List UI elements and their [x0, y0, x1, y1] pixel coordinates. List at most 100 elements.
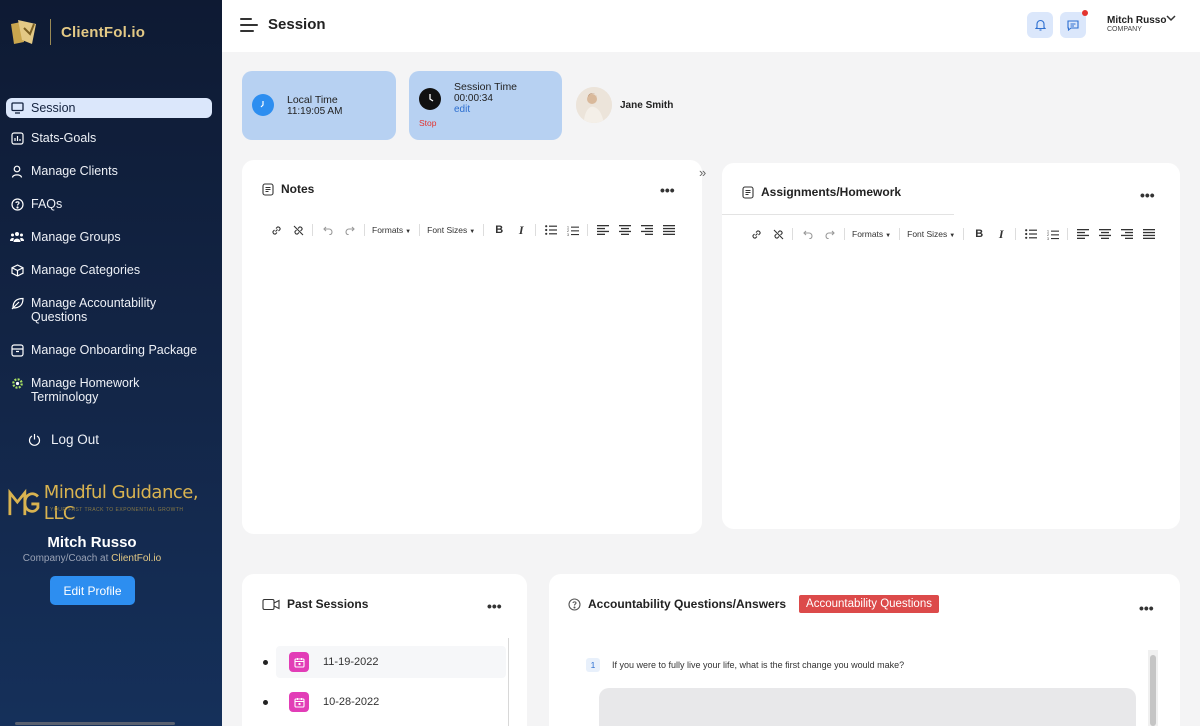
brand-separator	[50, 19, 51, 45]
align-left-icon[interactable]	[1075, 226, 1091, 242]
menu-icon[interactable]	[240, 18, 258, 32]
font-sizes-dropdown[interactable]: Font Sizes ▼	[427, 225, 475, 235]
bold-icon[interactable]: B	[971, 226, 987, 242]
past-sessions-more-icon[interactable]: •••	[487, 598, 502, 614]
align-right-icon[interactable]	[1119, 226, 1135, 242]
double-chevron-right-icon[interactable]: »	[699, 165, 706, 180]
clientfolio-logo-icon	[11, 20, 36, 44]
answer-input[interactable]	[599, 688, 1136, 726]
sidebar-item-label: FAQs	[31, 197, 63, 211]
past-session-date: 10-28-2022	[323, 696, 380, 708]
session-time-card: Session Time 00:00:34 edit Stop	[409, 71, 562, 140]
toolbar-divider	[587, 224, 589, 236]
formats-dropdown[interactable]: Formats ▼	[852, 229, 891, 239]
svg-text:3: 3	[567, 232, 569, 235]
past-session-item[interactable]: 10-28-2022	[289, 692, 379, 712]
redo-icon[interactable]	[342, 222, 358, 238]
profile-role-brand: ClientFol.io	[111, 553, 162, 564]
sidebar-item-faqs[interactable]: FAQs	[6, 194, 212, 214]
notes-more-icon[interactable]: •••	[660, 182, 675, 198]
user-name[interactable]: Mitch Russo	[1107, 15, 1166, 26]
local-time-value: 11:19:05 AM	[287, 106, 343, 117]
bullet-list-icon[interactable]	[543, 222, 559, 238]
sidebar-scrollbar[interactable]	[15, 722, 175, 725]
align-center-icon[interactable]	[1097, 226, 1113, 242]
font-sizes-dropdown[interactable]: Font Sizes ▼	[907, 229, 955, 239]
toolbar-divider	[899, 228, 901, 240]
sidebar-item-manage-homework-terminology[interactable]: Manage Homework Terminology	[6, 373, 212, 407]
local-time-card: Local Time 11:19:05 AM	[242, 71, 396, 140]
toolbar-divider	[419, 224, 421, 236]
chevron-down-icon[interactable]	[1166, 14, 1176, 22]
notifications-button[interactable]	[1027, 12, 1053, 38]
sidebar-item-manage-onboarding-package[interactable]: Manage Onboarding Package	[6, 340, 212, 360]
mg-logo-icon	[8, 488, 40, 516]
notes-toolbar: Formats ▼ Font Sizes ▼ B I 123	[268, 222, 683, 238]
undo-icon[interactable]	[320, 222, 336, 238]
bold-icon[interactable]: B	[491, 222, 507, 238]
toolbar-divider	[1015, 228, 1017, 240]
toolbar-divider	[792, 228, 793, 240]
sidebar-item-label: Manage Groups	[31, 230, 121, 244]
chat-icon	[1067, 19, 1079, 31]
stop-session-button[interactable]: Stop	[419, 118, 437, 128]
sidebar-item-manage-clients[interactable]: Manage Clients	[6, 161, 212, 181]
edit-profile-button[interactable]: Edit Profile	[50, 576, 135, 605]
formats-label: Formats	[852, 229, 884, 239]
help-circle-icon	[568, 597, 581, 611]
list-bullet	[263, 700, 268, 705]
assignments-title: Assignments/Homework	[761, 185, 902, 199]
notes-editor[interactable]	[262, 250, 682, 520]
align-left-icon[interactable]	[595, 222, 611, 238]
assignments-editor[interactable]	[742, 255, 1162, 515]
sidebar-item-label: Manage Accountability Questions	[31, 296, 157, 324]
unlink-icon[interactable]	[290, 222, 306, 238]
italic-icon[interactable]: I	[513, 222, 529, 238]
numbered-list-icon[interactable]: 123	[1045, 226, 1061, 242]
undo-icon[interactable]	[800, 226, 816, 242]
accountability-questions-tag[interactable]: Accountability Questions	[799, 595, 939, 613]
notes-title: Notes	[281, 182, 315, 196]
past-session-item[interactable]: 11-19-2022	[289, 652, 378, 672]
logout-button[interactable]: Log Out	[28, 432, 99, 447]
sidebar-item-label: Manage Onboarding Package	[31, 343, 198, 357]
client-avatar[interactable]	[576, 87, 612, 123]
numbered-list-icon[interactable]: 123	[565, 222, 581, 238]
past-session-date: 11-19-2022	[323, 656, 379, 668]
past-sessions-header: Past Sessions	[262, 597, 368, 611]
edit-session-link[interactable]: edit	[454, 104, 470, 115]
sidebar-item-session[interactable]: Session	[6, 98, 212, 118]
page-title: Session	[268, 16, 326, 33]
redo-icon[interactable]	[822, 226, 838, 242]
past-sessions-scrollbar[interactable]	[508, 638, 509, 726]
question-number: 1	[586, 658, 600, 672]
sidebar-nav: Session Stats-Goals Manage Clients FAQs …	[6, 98, 212, 407]
company-tagline: YOUR FAST TRACK TO EXPONENTIAL GROWTH	[50, 507, 184, 513]
toolbar-divider	[364, 224, 365, 236]
brand[interactable]: ClientFol.io	[8, 16, 145, 48]
align-justify-icon[interactable]	[661, 222, 677, 238]
messages-button[interactable]	[1060, 10, 1088, 38]
unlink-icon[interactable]	[770, 226, 786, 242]
company-logo: Mindful Guidance, LLC	[8, 482, 222, 524]
align-right-icon[interactable]	[639, 222, 655, 238]
assignments-more-icon[interactable]: •••	[1140, 187, 1155, 203]
accountability-more-icon[interactable]: •••	[1139, 600, 1154, 616]
sidebar-item-manage-categories[interactable]: Manage Categories	[6, 260, 212, 280]
align-center-icon[interactable]	[617, 222, 633, 238]
sidebar-item-stats-goals[interactable]: Stats-Goals	[6, 128, 212, 148]
toolbar-divider	[483, 224, 485, 236]
align-justify-icon[interactable]	[1141, 226, 1157, 242]
sidebar-item-label: Stats-Goals	[31, 131, 97, 145]
link-icon[interactable]	[748, 226, 764, 242]
italic-icon[interactable]: I	[993, 226, 1009, 242]
link-icon[interactable]	[268, 222, 284, 238]
formats-dropdown[interactable]: Formats ▼	[372, 225, 411, 235]
notes-header: Notes	[262, 182, 314, 196]
accountability-scroll-thumb[interactable]	[1150, 655, 1156, 726]
bullet-list-icon[interactable]	[1023, 226, 1039, 242]
sidebar-item-manage-groups[interactable]: Manage Groups	[6, 227, 212, 247]
toolbar-divider	[963, 228, 965, 240]
client-name: Jane Smith	[620, 100, 674, 111]
sidebar-item-manage-accountability-questions[interactable]: Manage Accountability Questions	[6, 293, 212, 327]
